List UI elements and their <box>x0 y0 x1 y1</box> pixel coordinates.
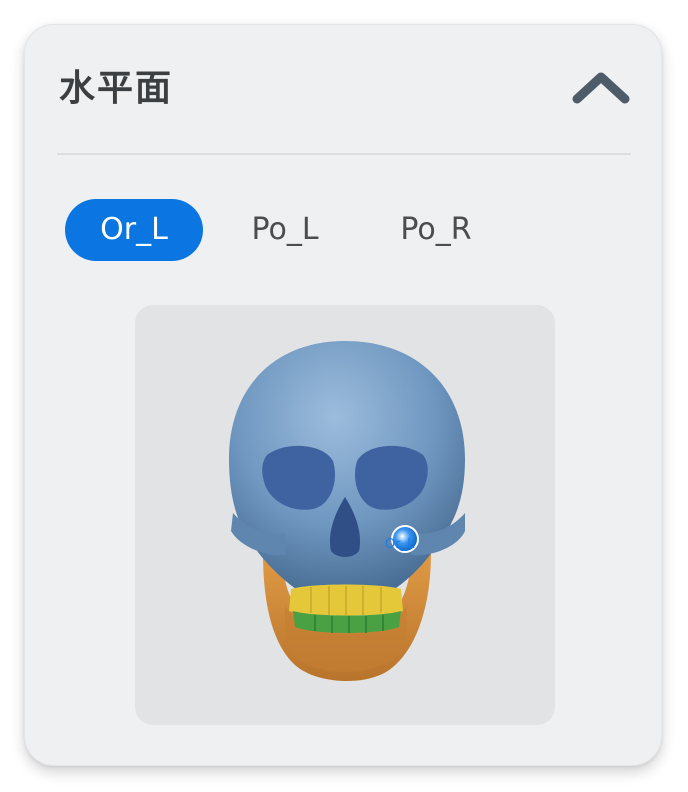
skull-3d-viewer[interactable]: Or_L <box>135 305 555 725</box>
collapse-button[interactable] <box>571 69 631 109</box>
tab-or-l[interactable]: Or_L <box>65 199 203 261</box>
tab-po-r[interactable]: Po_R <box>365 199 507 261</box>
panel-title: 水平面 <box>59 68 174 109</box>
divider <box>57 153 631 155</box>
chevron-up-icon <box>572 72 630 104</box>
skull-model <box>229 341 465 682</box>
tab-po-l[interactable]: Po_L <box>215 199 355 261</box>
horizontal-plane-panel: 水平面 Or_L Po_L Po_R Or_L <box>24 24 662 766</box>
landmark-label: Or_L <box>385 537 415 552</box>
